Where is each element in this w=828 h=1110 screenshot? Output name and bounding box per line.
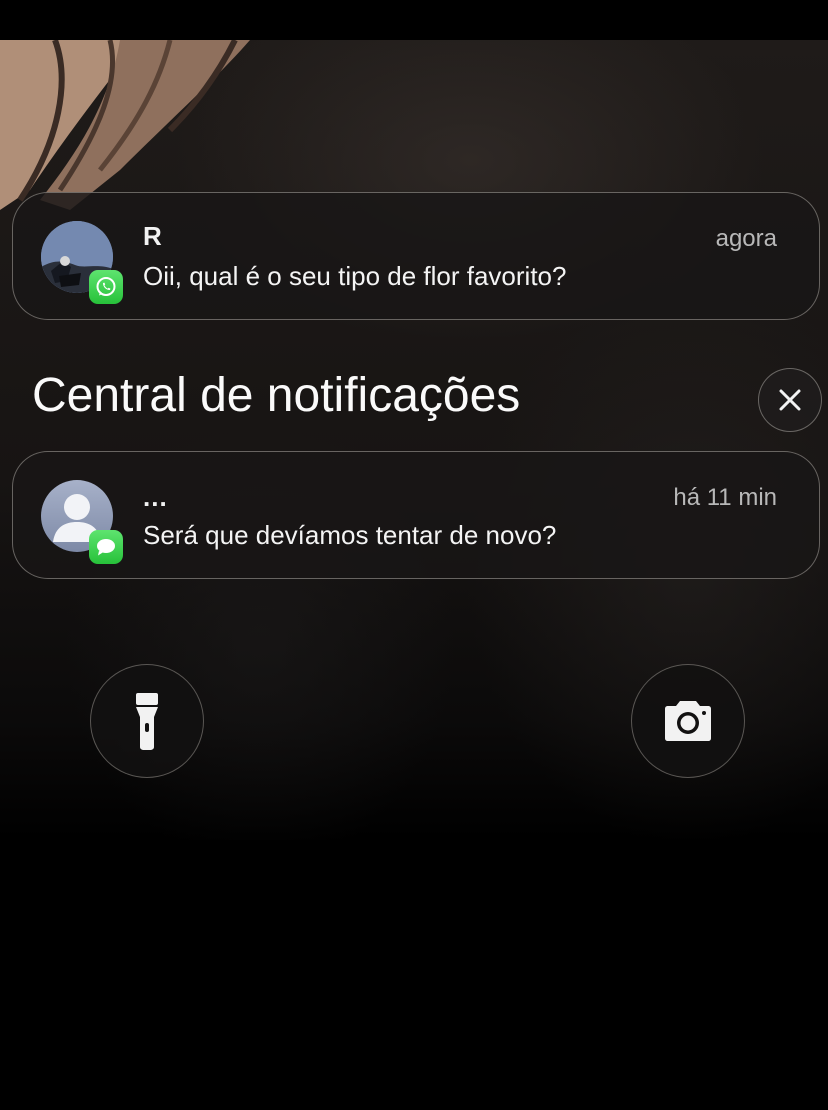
notification-center-item[interactable]: ... há 11 min Será que devíamos tentar d… — [12, 451, 820, 579]
flashlight-icon — [136, 693, 158, 750]
notification-card[interactable]: R agora Oii, qual é o seu tipo de flor f… — [12, 192, 820, 320]
lock-screen: R agora Oii, qual é o seu tipo de flor f… — [0, 0, 828, 1110]
notification-time: há 11 min — [673, 484, 777, 511]
close-icon — [779, 389, 801, 411]
notification-message: Oii, qual é o seu tipo de flor favorito? — [143, 261, 567, 291]
whatsapp-icon — [89, 270, 123, 304]
notification-message: Será que devíamos tentar de novo? — [143, 520, 557, 550]
notification-sender: R — [143, 221, 162, 251]
notification-time: agora — [715, 225, 777, 252]
wallpaper-detail — [0, 40, 260, 210]
notification-sender: ... — [143, 482, 168, 512]
close-button[interactable] — [758, 368, 822, 432]
flashlight-button[interactable] — [90, 664, 204, 778]
camera-button[interactable] — [631, 664, 745, 778]
messages-icon — [89, 530, 123, 564]
camera-icon — [665, 701, 711, 741]
notification-center-title: Central de notificações — [32, 369, 521, 422]
